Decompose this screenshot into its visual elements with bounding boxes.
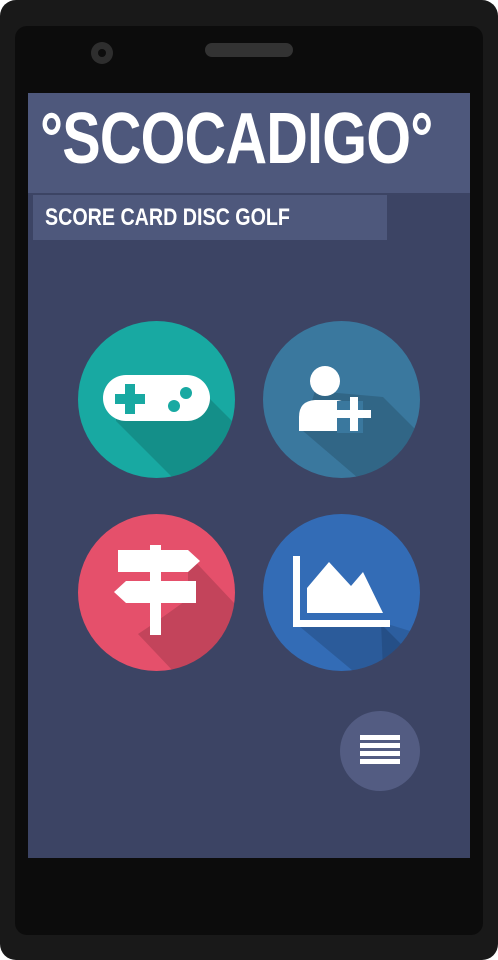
menu-button[interactable] (340, 711, 420, 791)
signpost-icon (114, 545, 235, 671)
gamepad-icon (103, 375, 235, 478)
app-screen: °SCOCADIGO° SCORE CARD DISC GOLF (28, 93, 470, 858)
add-user-icon (299, 366, 420, 478)
app-subtitle: SCORE CARD DISC GOLF (45, 204, 290, 231)
title-bar: °SCOCADIGO° (28, 93, 470, 193)
front-camera (91, 42, 113, 64)
statistics-button[interactable] (263, 514, 420, 671)
courses-button[interactable] (78, 514, 235, 671)
play-button[interactable] (78, 321, 235, 478)
area-chart-icon (293, 556, 420, 671)
app-title: °SCOCADIGO° (40, 99, 433, 179)
add-player-button[interactable] (263, 321, 420, 478)
menu-icon (360, 735, 400, 764)
earpiece-speaker (205, 43, 293, 57)
subtitle-bar: SCORE CARD DISC GOLF (33, 195, 387, 240)
phone-frame: °SCOCADIGO° SCORE CARD DISC GOLF (0, 0, 498, 960)
